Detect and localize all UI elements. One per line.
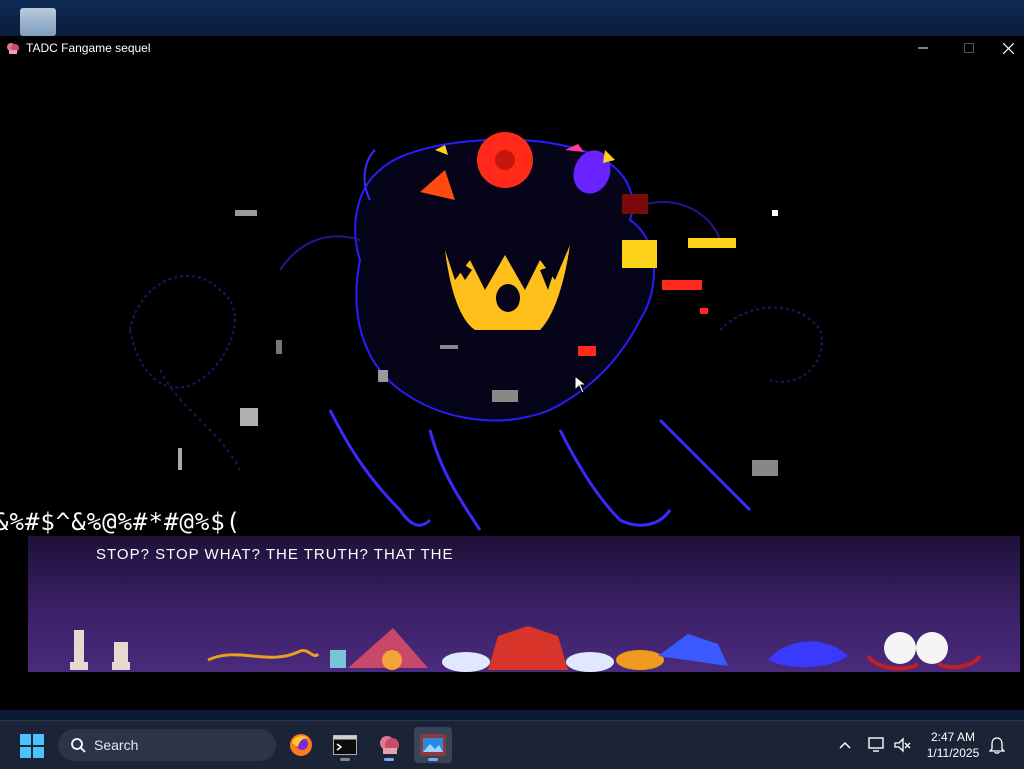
running-indicator [384, 758, 394, 761]
taskbar-search[interactable]: Search [58, 729, 276, 761]
clock-time: 2:47 AM [930, 730, 976, 744]
taskbar-app-terminal[interactable] [326, 727, 364, 763]
maximize-icon [964, 43, 974, 53]
glitch-text: &%#$^&%@%#*#@%$( [0, 508, 242, 536]
maximize-button[interactable] [946, 36, 992, 60]
taskbar-app-firefox[interactable] [282, 727, 320, 763]
taskbar-app-tadc-game[interactable] [370, 727, 408, 763]
search-label: Search [94, 737, 139, 753]
close-icon [1002, 42, 1014, 54]
network-icon [868, 737, 884, 752]
recycle-bin-icon[interactable] [20, 8, 56, 36]
volume-tray-button[interactable] [890, 721, 916, 769]
taskbar-app-photos[interactable] [414, 727, 452, 763]
search-icon [71, 738, 86, 753]
terminal-icon [333, 735, 357, 755]
minimize-button[interactable] [900, 36, 946, 60]
running-indicator [340, 758, 350, 761]
mouse-cursor-icon [574, 375, 588, 394]
taskbar: Search 2:47 AM 1/11/2025 [0, 720, 1024, 769]
stage-props-strip [70, 626, 982, 672]
game-bottom-bar [0, 672, 1024, 710]
running-indicator [428, 758, 438, 761]
window-title: TADC Fangame sequel [26, 41, 151, 55]
network-tray-button[interactable] [864, 721, 890, 769]
photos-icon [420, 734, 446, 756]
windows-logo-icon [20, 734, 44, 758]
game-app-icon [7, 43, 19, 54]
window-titlebar[interactable]: TADC Fangame sequel [0, 36, 1024, 60]
game-viewport[interactable]: &%#$^&%@%#*#@%$( STOP? STOP WHAT? THE TR… [0, 60, 1024, 710]
show-hidden-icons-button[interactable] [834, 721, 856, 769]
dialogue-box[interactable]: STOP? STOP WHAT? THE TRUTH? THAT THE [28, 536, 1020, 672]
start-button[interactable] [20, 734, 44, 758]
bell-icon [989, 737, 1005, 754]
close-button[interactable] [992, 36, 1024, 60]
glitched-monster-image [128, 132, 823, 531]
minimize-icon [918, 47, 928, 49]
volume-muted-icon [894, 737, 911, 753]
desktop-background [0, 0, 1024, 36]
dialogue-text: STOP? STOP WHAT? THE TRUTH? THAT THE [96, 546, 454, 563]
game-window: TADC Fangame sequel &%#$^&%@%#*#@%$(STO… [0, 36, 1024, 710]
game-icon [380, 736, 399, 754]
firefox-icon [290, 734, 312, 756]
notifications-button[interactable] [986, 721, 1008, 769]
system-clock[interactable]: 2:47 AM 1/11/2025 [920, 729, 986, 761]
chevron-up-icon [839, 741, 851, 749]
clock-date: 1/11/2025 [926, 746, 980, 760]
